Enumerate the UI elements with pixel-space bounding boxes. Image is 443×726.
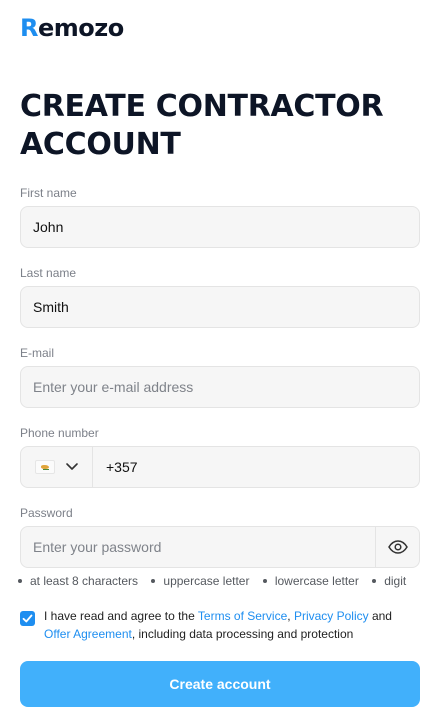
privacy-policy-link[interactable]: Privacy Policy bbox=[294, 609, 369, 623]
last-name-label: Last name bbox=[20, 266, 77, 280]
page-title: CREATE CONTRACTOR ACCOUNT bbox=[20, 89, 384, 162]
cyprus-flag-icon bbox=[35, 460, 55, 474]
chevron-down-icon bbox=[66, 463, 78, 470]
phone-input[interactable] bbox=[94, 447, 419, 487]
consent-suffix: , including data processing and protecti… bbox=[131, 627, 354, 641]
consent-sep-1: , bbox=[287, 609, 294, 623]
first-name-field[interactable] bbox=[20, 206, 420, 248]
offer-agreement-link[interactable]: Offer Agreement bbox=[44, 627, 132, 641]
phone-label: Phone number bbox=[20, 426, 99, 440]
email-field[interactable] bbox=[20, 366, 420, 408]
rule-uppercase: uppercase letter bbox=[163, 574, 250, 588]
last-name-field[interactable] bbox=[20, 286, 420, 328]
last-name-input[interactable] bbox=[21, 287, 419, 327]
terms-of-service-link[interactable]: Terms of Service bbox=[198, 609, 287, 623]
remozo-logo[interactable]: Remozo bbox=[20, 14, 124, 42]
rule-digit: digit bbox=[384, 574, 407, 588]
checkmark-icon bbox=[22, 614, 33, 623]
rule-lowercase: lowercase letter bbox=[274, 574, 359, 588]
password-requirements: at least 8 characters uppercase letter l… bbox=[18, 574, 416, 588]
first-name-label: First name bbox=[20, 186, 77, 200]
country-selector[interactable] bbox=[21, 447, 93, 487]
password-label: Password bbox=[20, 506, 73, 520]
rule-length: at least 8 characters bbox=[30, 574, 139, 588]
email-input[interactable] bbox=[21, 367, 419, 407]
consent-sep-2: and bbox=[368, 609, 392, 623]
first-name-input[interactable] bbox=[21, 207, 419, 247]
logo-text: emozo bbox=[37, 14, 124, 42]
consent-text: I have read and agree to the Terms of Se… bbox=[44, 607, 420, 643]
phone-field[interactable] bbox=[20, 446, 420, 488]
logo-letter-r: R bbox=[20, 14, 38, 42]
create-account-button[interactable]: Create account bbox=[20, 661, 420, 707]
password-field[interactable] bbox=[20, 526, 420, 568]
eye-icon bbox=[387, 540, 408, 554]
email-label: E-mail bbox=[20, 346, 55, 360]
show-password-button[interactable] bbox=[375, 527, 419, 567]
consent-prefix: I have read and agree to the bbox=[44, 609, 198, 623]
password-input[interactable] bbox=[21, 527, 375, 567]
consent-checkbox[interactable] bbox=[20, 611, 35, 626]
